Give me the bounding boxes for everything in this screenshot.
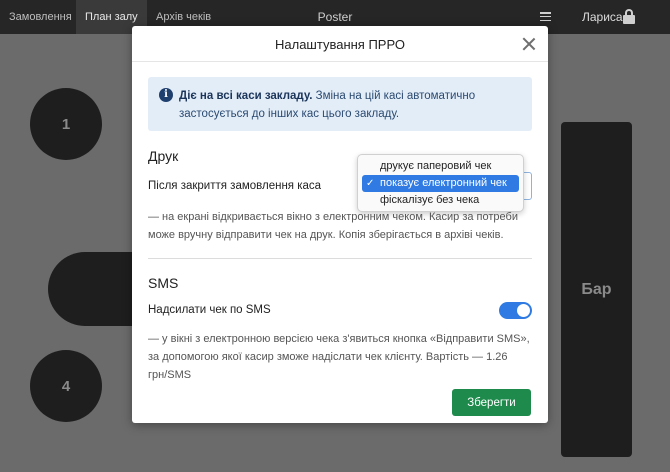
print-description: — на екрані відкривається вікно з електр… bbox=[148, 211, 518, 241]
info-icon: i bbox=[159, 88, 173, 102]
prro-settings-modal: Налаштування ПРРО i Діє на всі каси закл… bbox=[132, 26, 548, 423]
print-row-label: Після закриття замовлення каса bbox=[148, 180, 322, 192]
modal-title: Налаштування ПРРО bbox=[275, 37, 405, 52]
table-bar[interactable]: Бар bbox=[561, 122, 632, 457]
info-text: Діє на всі каси закладу. Зміна на цій ка… bbox=[179, 87, 519, 123]
bar-label: Бар bbox=[581, 280, 612, 298]
table-4[interactable]: 4 bbox=[30, 350, 102, 422]
print-mode-dropdown: друкує паперовий чек ✓ показує електронни… bbox=[357, 154, 524, 212]
toggle-knob bbox=[517, 304, 530, 317]
divider bbox=[148, 258, 532, 259]
checkmark-icon: ✓ bbox=[366, 178, 375, 189]
option-label: показує електронний чек bbox=[380, 177, 507, 189]
modal-header: Налаштування ПРРО bbox=[132, 26, 548, 62]
info-banner: i Діє на всі каси закладу. Зміна на цій … bbox=[148, 77, 532, 131]
table-1[interactable]: 1 bbox=[30, 88, 102, 160]
print-section-title: Друк bbox=[148, 148, 179, 164]
option-paper-receipt[interactable]: друкує паперовий чек bbox=[362, 158, 519, 175]
option-electronic-receipt[interactable]: ✓ показує електронний чек bbox=[362, 175, 519, 192]
tab-orders[interactable]: Замовлення bbox=[0, 0, 81, 34]
sms-toggle[interactable] bbox=[499, 302, 532, 319]
option-label: друкує паперовий чек bbox=[380, 160, 492, 172]
close-icon[interactable] bbox=[522, 37, 536, 51]
sms-row-label: Надсилати чек по SMS bbox=[148, 304, 271, 316]
save-button[interactable]: Зберегти bbox=[452, 389, 531, 416]
sms-section-title: SMS bbox=[148, 275, 179, 291]
option-no-receipt[interactable]: фіскалізує без чека bbox=[362, 192, 519, 209]
hamburger-icon[interactable] bbox=[540, 12, 551, 22]
sms-description: — у вікні з електронною версією чека з'я… bbox=[148, 333, 530, 381]
info-bold: Діє на всі каси закладу. bbox=[179, 90, 313, 102]
table-label: 1 bbox=[61, 115, 71, 133]
lock-icon[interactable] bbox=[623, 9, 635, 24]
table-label: 4 bbox=[61, 377, 71, 395]
option-label: фіскалізує без чека bbox=[380, 194, 480, 206]
user-name[interactable]: Лариса bbox=[582, 0, 623, 34]
